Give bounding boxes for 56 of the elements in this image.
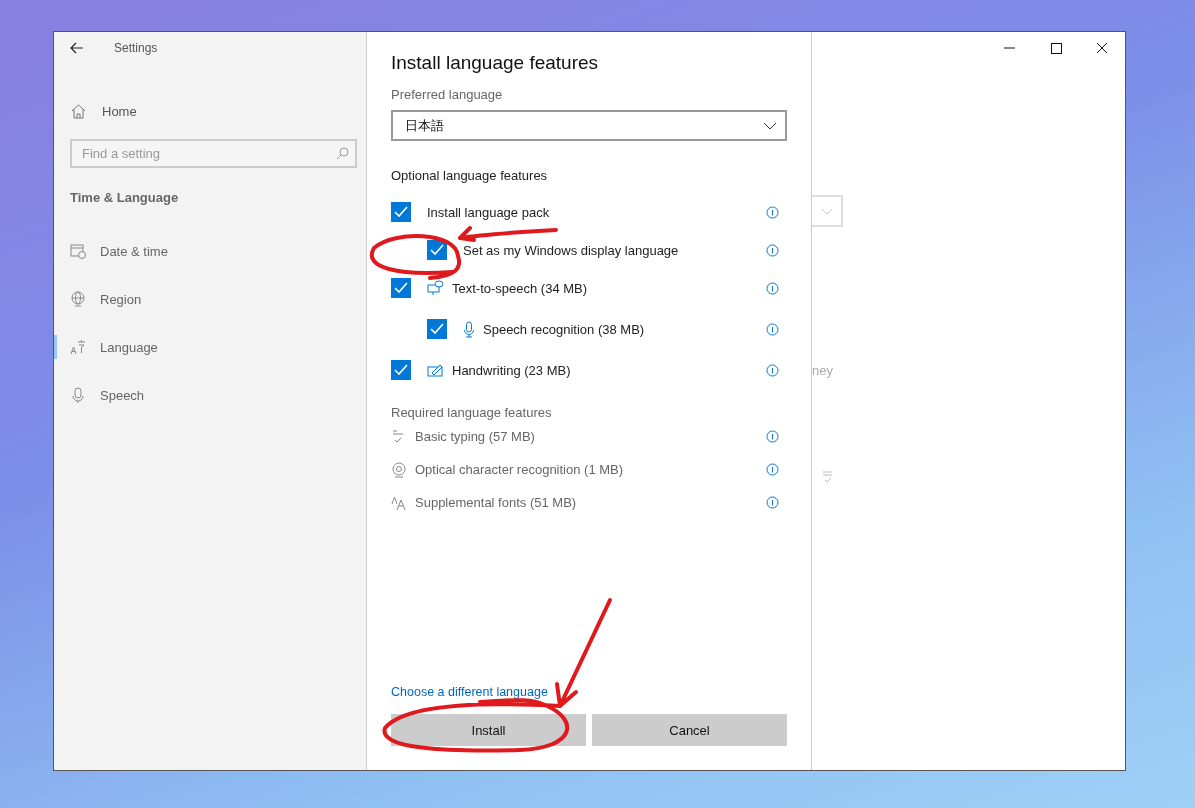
info-icon[interactable] — [766, 363, 779, 377]
checkbox[interactable] — [391, 360, 411, 380]
search-icon — [336, 147, 349, 160]
speech-bubble-monitor-icon — [427, 280, 444, 296]
feature-label: Optical character recognition (1 MB) — [415, 462, 625, 477]
checkbox[interactable] — [427, 319, 447, 339]
info-icon[interactable] — [766, 243, 779, 257]
calendar-clock-icon — [70, 243, 86, 259]
checkbox[interactable] — [391, 202, 411, 222]
feature-label: Supplemental fonts (51 MB) — [415, 495, 578, 510]
language-icon — [70, 339, 86, 355]
choose-language-link[interactable]: Choose a different language — [391, 685, 548, 699]
microphone-icon — [70, 387, 86, 403]
info-icon[interactable] — [766, 322, 779, 336]
partial-text: ney — [812, 363, 834, 378]
back-arrow-icon[interactable] — [70, 42, 84, 54]
sidebar-item[interactable]: Language — [54, 335, 366, 359]
chevron-down-icon — [820, 207, 833, 215]
sidebar-item[interactable]: Region — [54, 287, 366, 311]
home-nav-item[interactable]: Home — [71, 104, 366, 119]
close-icon — [1096, 42, 1108, 54]
feature-label: Text-to-speech (34 MB) — [452, 280, 589, 296]
checkbox[interactable] — [391, 278, 411, 298]
section-heading: Required language features — [391, 405, 553, 420]
dialog-title: Install language features — [391, 52, 600, 74]
globe-icon — [70, 291, 86, 307]
webcam-icon — [391, 461, 407, 478]
minimize-icon — [1004, 47, 1016, 49]
chevron-down-icon — [763, 121, 777, 130]
info-icon[interactable] — [766, 496, 779, 509]
install-button[interactable]: Install — [391, 714, 586, 746]
info-icon[interactable] — [766, 205, 779, 219]
language-dropdown[interactable]: 日本語 — [391, 110, 787, 141]
info-icon[interactable] — [766, 281, 779, 295]
feature-label: Basic typing (57 MB) — [415, 429, 536, 444]
home-icon — [71, 104, 86, 119]
feature-label: Handwriting (23 MB) — [452, 362, 572, 378]
pen-icon — [427, 363, 444, 377]
info-icon[interactable] — [766, 430, 779, 443]
search-field[interactable]: Find a setting — [70, 139, 357, 168]
info-icon[interactable] — [766, 463, 779, 476]
cancel-button[interactable]: Cancel — [592, 714, 787, 746]
field-label: Preferred language — [391, 87, 504, 102]
maximize-icon — [1050, 42, 1062, 54]
checkbox[interactable] — [427, 240, 447, 260]
feature-label: Set as my Windows display language — [463, 242, 680, 258]
section-heading: Optional language features — [391, 168, 549, 183]
font-size-icon — [391, 494, 407, 511]
abc-check-icon — [821, 470, 835, 484]
sidebar-item[interactable]: Speech — [54, 383, 366, 407]
window-title: Settings — [114, 41, 158, 55]
feature-label: Speech recognition (38 MB) — [483, 321, 646, 337]
section-heading: Time & Language — [70, 190, 180, 205]
feature-label: Install language pack — [427, 204, 551, 220]
microphone-icon — [463, 320, 475, 338]
sidebar-item[interactable]: Date & time — [54, 239, 366, 263]
